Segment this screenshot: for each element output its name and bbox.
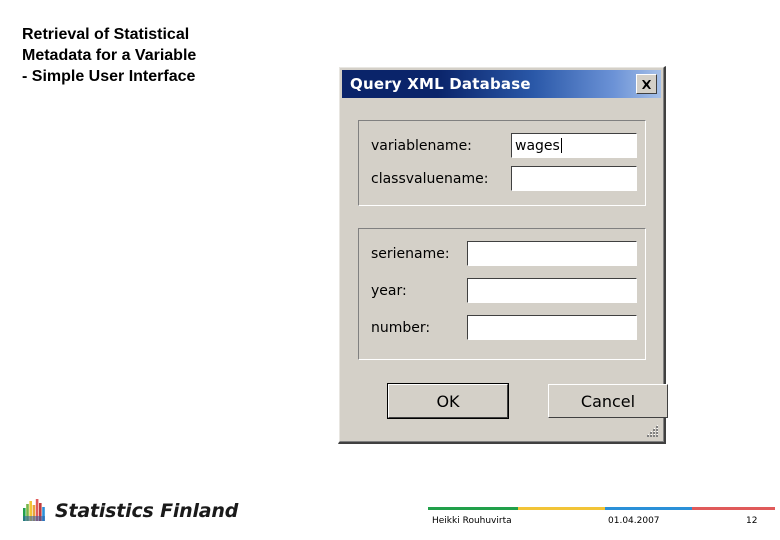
variablename-input[interactable]: wages xyxy=(511,133,637,158)
label-classvaluename: classvaluename: xyxy=(371,170,489,187)
field-row-number: number: xyxy=(371,315,637,340)
field-row-year: year: xyxy=(371,278,637,303)
dialog-titlebar[interactable]: Query XML Database xyxy=(342,70,661,98)
year-input[interactable] xyxy=(467,278,637,303)
page-title-line-1: Retrieval of Statistical xyxy=(22,26,190,43)
footer-bar-blue xyxy=(604,507,692,510)
ok-button[interactable]: OK xyxy=(387,383,509,419)
field-row-variablename: variablename: wages xyxy=(371,133,637,158)
query-xml-database-dialog: Query XML Database variablename: wages c… xyxy=(338,66,668,444)
series-group: seriename: year: number: xyxy=(358,228,646,360)
cancel-button[interactable]: Cancel xyxy=(548,384,668,418)
footer-bar-red xyxy=(691,507,775,510)
statistics-finland-logo: Statistics Finland xyxy=(22,498,238,524)
statistics-finland-logo-text: Statistics Finland xyxy=(55,500,239,522)
variable-group: variablename: wages classvaluename: xyxy=(358,120,646,206)
label-seriename: seriename: xyxy=(371,245,450,262)
classvaluename-input[interactable] xyxy=(511,166,637,191)
footer-color-bar xyxy=(428,507,775,510)
text-caret xyxy=(560,138,562,153)
dialog-inner-frame: Query XML Database variablename: wages c… xyxy=(339,67,668,442)
resize-grip-icon[interactable] xyxy=(645,424,659,438)
variablename-value: wages xyxy=(515,137,560,154)
field-row-classvaluename: classvaluename: xyxy=(371,166,637,191)
seriename-input[interactable] xyxy=(467,241,637,266)
statistics-finland-logo-icon xyxy=(22,498,48,524)
field-row-seriename: seriename: xyxy=(371,241,637,266)
label-number: number: xyxy=(371,319,431,336)
footer-bar-green xyxy=(428,507,519,510)
footer-bar-yellow xyxy=(518,507,605,510)
close-button[interactable] xyxy=(636,74,657,94)
number-input[interactable] xyxy=(467,315,637,340)
page-title: Retrieval of Statistical Metadata for a … xyxy=(22,24,322,87)
label-year: year: xyxy=(371,282,407,299)
label-variablename: variablename: xyxy=(371,137,472,154)
page-title-line-3: - Simple User Interface xyxy=(22,68,196,85)
page-title-line-2: Metadata for a Variable xyxy=(22,47,197,64)
footer-author: Heikki Rouhuvirta xyxy=(432,516,512,526)
footer: Heikki Rouhuvirta 01.04.2007 12 xyxy=(428,513,775,535)
dialog-title: Query XML Database xyxy=(350,75,531,93)
footer-date: 01.04.2007 xyxy=(608,516,660,526)
close-icon xyxy=(640,78,653,91)
footer-page-number: 12 xyxy=(746,516,758,526)
